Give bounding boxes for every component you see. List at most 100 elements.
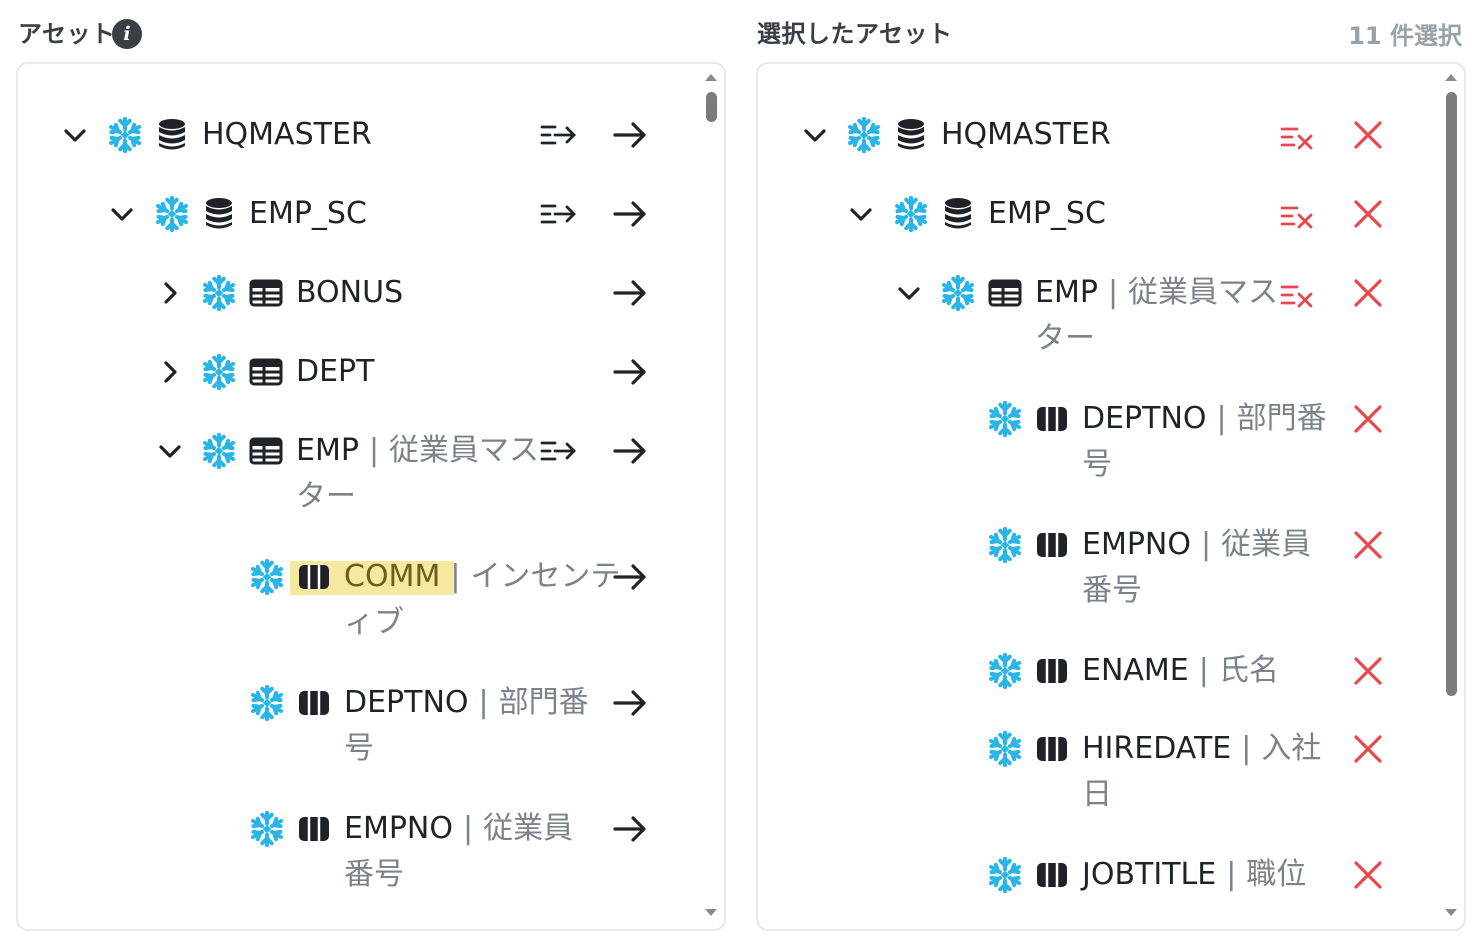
add-arrow-icon[interactable] (610, 194, 650, 234)
asset-description-cont: 日 (1082, 777, 1112, 812)
add-arrow-icon[interactable] (610, 352, 650, 392)
asset-name: EMP (1035, 275, 1098, 310)
chevron-down-icon[interactable] (846, 199, 876, 229)
snowflake-icon (106, 116, 144, 154)
table-icon (987, 275, 1023, 311)
database-icon (154, 117, 190, 153)
snowflake-icon (986, 856, 1024, 894)
remove-all-children-icon[interactable] (1278, 275, 1318, 315)
add-arrow-icon[interactable] (610, 431, 650, 471)
chevron-down-icon[interactable] (155, 436, 185, 466)
add-arrow-icon[interactable] (610, 273, 650, 313)
asset-description: 氏名 (1218, 653, 1279, 688)
add-all-children-icon[interactable] (538, 431, 578, 471)
column-icon (296, 811, 332, 847)
selected-assets-title: 選択したアセット (757, 20, 953, 48)
column-icon (1034, 731, 1070, 767)
scroll-up-icon[interactable] (705, 74, 717, 81)
asset-name: HIREDATE (1082, 731, 1232, 766)
asset-name: DEPTNO (344, 685, 469, 720)
snowflake-icon (153, 195, 191, 233)
remove-icon[interactable] (1348, 729, 1388, 769)
asset-description: 部門番 (498, 685, 589, 720)
add-arrow-icon[interactable] (610, 115, 650, 155)
asset-description-cont: 番号 (344, 857, 404, 892)
asset-description-cont: 号 (344, 731, 374, 766)
column-icon (1034, 857, 1070, 893)
snowflake-icon (845, 116, 883, 154)
asset-description-cont: 番号 (1082, 573, 1142, 608)
asset-name: EMP_SC (988, 196, 1106, 231)
selected-assets-panel[interactable]: HQMASTER EMP_SC EMP | 従業員マス ター DEPTNO | … (756, 62, 1466, 931)
database-icon (893, 117, 929, 153)
remove-icon[interactable] (1348, 855, 1388, 895)
info-icon[interactable]: i (112, 19, 142, 49)
add-all-children-icon[interactable] (538, 194, 578, 234)
chevron-right-icon[interactable] (155, 357, 185, 387)
remove-all-children-icon[interactable] (1278, 117, 1318, 157)
column-icon (296, 685, 332, 721)
database-icon (201, 196, 237, 232)
column-icon (296, 559, 332, 595)
asset-name: HQMASTER (202, 117, 372, 152)
snowflake-icon (939, 274, 977, 312)
chevron-right-icon[interactable] (155, 278, 185, 308)
remove-icon[interactable] (1348, 273, 1388, 313)
asset-description: 入社 (1261, 731, 1322, 766)
asset-description: 従業員 (483, 811, 574, 846)
scrollbar[interactable] (704, 70, 718, 920)
asset-name: JOBTITLE (1082, 857, 1217, 892)
scrollbar-thumb[interactable] (706, 92, 717, 122)
asset-description-cont: ター (1035, 321, 1095, 356)
snowflake-icon (986, 652, 1024, 690)
asset-description: 従業員マス (1128, 275, 1279, 310)
assets-tree-panel[interactable]: HQMASTER EMP_SC BONUS DEPT EMP | 従業員マス タ… (16, 62, 726, 931)
asset-name: EMPNO (1082, 527, 1191, 562)
remove-icon[interactable] (1348, 194, 1388, 234)
asset-description: 従業員マス (389, 433, 540, 468)
remove-icon[interactable] (1348, 651, 1388, 691)
remove-icon[interactable] (1348, 399, 1388, 439)
add-all-children-icon[interactable] (538, 115, 578, 155)
asset-name: BONUS (296, 275, 404, 310)
scrollbar-thumb[interactable] (1446, 92, 1457, 696)
database-icon (940, 196, 976, 232)
asset-description-cont: ィブ (344, 605, 404, 640)
snowflake-icon (986, 526, 1024, 564)
snowflake-icon (200, 274, 238, 312)
scroll-down-icon[interactable] (705, 909, 717, 916)
selected-count: 11 件選択 (1348, 22, 1462, 50)
remove-icon[interactable] (1348, 115, 1388, 155)
asset-description: 部門番 (1236, 401, 1327, 436)
assets-panel-title: アセット (18, 20, 116, 48)
asset-name: DEPTNO (1082, 401, 1207, 436)
add-arrow-icon[interactable] (610, 683, 650, 723)
table-icon (248, 275, 284, 311)
snowflake-icon (248, 684, 286, 722)
snowflake-icon (200, 432, 238, 470)
add-arrow-icon[interactable] (610, 809, 650, 849)
asset-name: ENAME (1082, 653, 1189, 688)
table-icon (248, 354, 284, 390)
asset-name: EMP_SC (249, 196, 367, 231)
column-icon (1034, 401, 1070, 437)
table-icon (248, 433, 284, 469)
chevron-down-icon[interactable] (60, 120, 90, 150)
remove-all-children-icon[interactable] (1278, 196, 1318, 236)
snowflake-icon (986, 730, 1024, 768)
scroll-down-icon[interactable] (1445, 909, 1457, 916)
remove-icon[interactable] (1348, 525, 1388, 565)
asset-description-cont: 号 (1082, 447, 1112, 482)
asset-description-cont: ター (296, 479, 356, 514)
asset-description: 職位 (1246, 857, 1307, 892)
scroll-up-icon[interactable] (1445, 74, 1457, 81)
chevron-down-icon[interactable] (800, 120, 830, 150)
add-arrow-icon[interactable] (610, 557, 650, 597)
scrollbar[interactable] (1444, 70, 1458, 920)
column-icon (1034, 527, 1070, 563)
chevron-down-icon[interactable] (107, 199, 137, 229)
asset-description: インセンテ (470, 559, 621, 594)
snowflake-icon (986, 400, 1024, 438)
chevron-down-icon[interactable] (894, 278, 924, 308)
snowflake-icon (200, 353, 238, 391)
